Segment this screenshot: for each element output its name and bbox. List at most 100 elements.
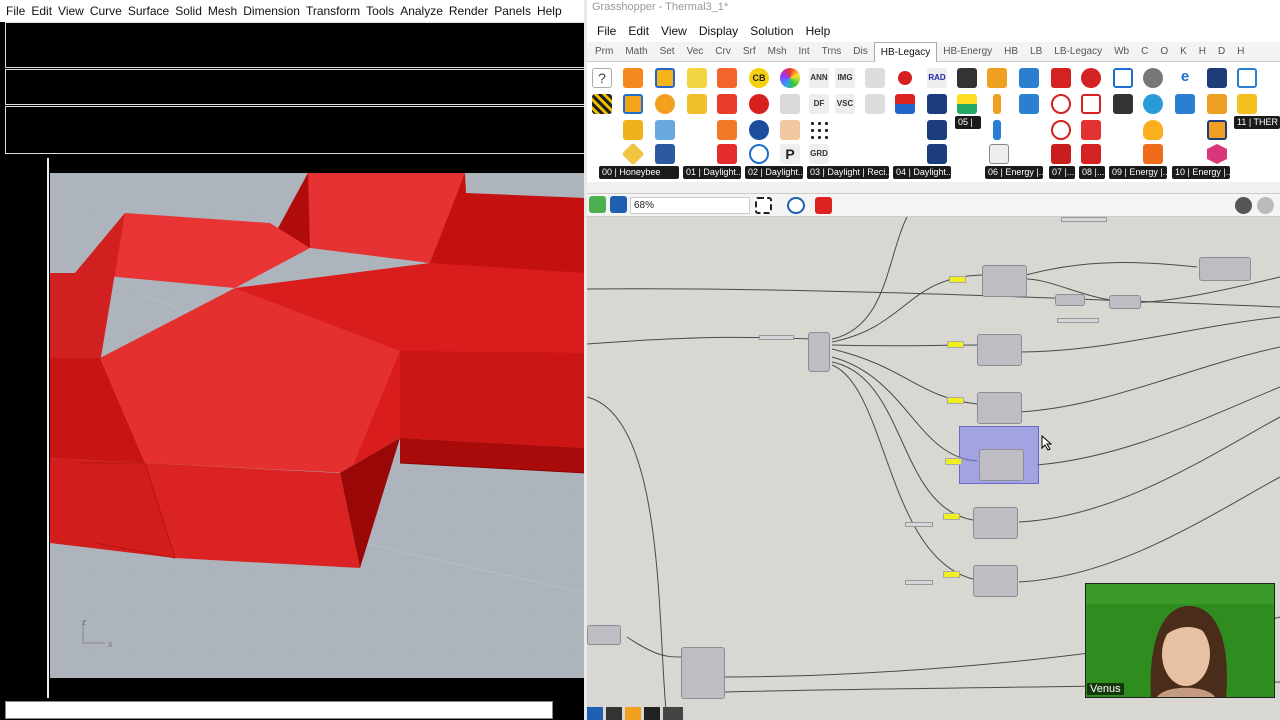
grd-icon[interactable]: GRD [809,144,829,164]
gh-menu-solution[interactable]: Solution [744,24,799,38]
energy-plus-icon[interactable] [1081,68,1101,88]
component-1[interactable] [982,265,1027,297]
cie-icon[interactable] [749,120,769,140]
energy-target-icon[interactable] [1081,94,1101,114]
component-5[interactable] [973,507,1018,539]
preview-eye-icon[interactable] [787,197,805,214]
heatmap-icon[interactable] [895,94,915,114]
cube-icon[interactable] [655,120,675,140]
energy-list-icon[interactable] [1113,94,1133,114]
thermal-t-icon[interactable] [1237,94,1257,114]
hexagon-icon[interactable] [655,94,675,114]
cb-icon[interactable]: CB [749,68,769,88]
widget-graph-icon[interactable] [663,707,683,720]
component-3[interactable] [977,392,1022,424]
boolean-toggle-1[interactable] [949,276,966,283]
tab-d[interactable]: D [1212,42,1231,62]
component-6[interactable] [973,565,1018,597]
red-circle-icon[interactable] [749,94,769,114]
daylight-plus-icon[interactable] [717,144,737,164]
tab-crv[interactable]: Crv [709,42,737,62]
ann-icon[interactable]: ANN [809,68,829,88]
tab-dis[interactable]: Dis [847,42,873,62]
zone-icon[interactable] [655,68,675,88]
daylight-file-icon[interactable] [717,120,737,140]
flame-icon[interactable] [1143,120,1163,140]
component-4[interactable] [979,449,1024,481]
boolean-toggle-2[interactable] [947,341,964,348]
tab-hb-energy[interactable]: HB-Energy [937,42,998,62]
sun-dots-icon[interactable] [780,120,800,140]
fan-icon[interactable] [1143,68,1163,88]
widget-orange-icon[interactable] [625,707,641,720]
list-icon[interactable] [957,68,977,88]
daylight-grid-icon[interactable] [687,94,707,114]
energy-add-icon[interactable] [1081,120,1101,140]
hexagon-pink-icon[interactable] [1207,144,1227,164]
component-7[interactable] [1199,257,1251,281]
tab-c[interactable]: C [1135,42,1154,62]
daylight-result-icon[interactable] [865,94,885,114]
viewport-tab[interactable] [50,158,123,173]
chart-icon[interactable] [957,94,977,114]
tab-lb-legacy[interactable]: LB-Legacy [1048,42,1108,62]
daylight-sensor-icon[interactable] [717,94,737,114]
boolean-toggle-5[interactable] [943,513,960,520]
tab-lb[interactable]: LB [1024,42,1048,62]
widget-dark-icon[interactable] [606,707,622,720]
energy-clock-icon[interactable] [1051,94,1071,114]
number-param-3[interactable] [1057,318,1099,323]
energy-cross-icon[interactable] [1081,144,1101,164]
gh-menu-view[interactable]: View [655,24,693,38]
energy-import-icon[interactable] [1019,94,1039,114]
save-icon[interactable] [610,196,627,213]
menu-edit[interactable]: Edit [28,4,55,18]
energy-arrow-icon[interactable] [1143,144,1163,164]
component-9[interactable] [1109,295,1141,309]
energy-schedule-icon[interactable] [1051,68,1071,88]
df-icon[interactable]: DF [809,94,829,114]
tab-hb-legacy[interactable]: HB-Legacy [873,41,938,62]
command-prompt[interactable] [5,106,586,154]
main-component[interactable] [808,332,830,372]
tab-math[interactable]: Math [619,42,653,62]
wire-mode-icon[interactable] [1257,197,1274,214]
component-10[interactable] [587,625,621,645]
perspective-viewport[interactable]: z x [50,173,586,678]
zoom-select[interactable]: 68% [630,197,750,214]
honeybee-stripe-icon[interactable] [592,94,612,114]
menu-solid[interactable]: Solid [172,4,205,18]
tab-wb[interactable]: Wb [1108,42,1135,62]
energy-doc-icon[interactable] [989,144,1009,164]
display-mode-icon[interactable] [1235,197,1252,214]
energy-export-icon[interactable] [1019,68,1039,88]
energy-gear-icon[interactable] [1051,120,1071,140]
menu-help[interactable]: Help [534,4,565,18]
open-file-icon[interactable] [589,196,606,213]
input-param[interactable] [759,335,794,340]
grid-icon[interactable] [655,144,675,164]
tab-srf[interactable]: Srf [737,42,762,62]
gh-menu-edit[interactable]: Edit [622,24,655,38]
energy-calendar-icon[interactable] [1051,144,1071,164]
tab-vec[interactable]: Vec [681,42,710,62]
dots-grid-icon[interactable] [809,120,829,140]
gh-menu-display[interactable]: Display [693,24,744,38]
thermal-grid-icon[interactable] [1237,68,1257,88]
eye-icon[interactable] [749,144,769,164]
boolean-toggle-4[interactable] [945,458,962,465]
color-wheel-icon[interactable] [780,68,800,88]
energy-stack-icon[interactable] [1207,120,1227,140]
vsc-icon[interactable]: VSC [835,94,855,114]
menu-curve[interactable]: Curve [87,4,125,18]
energy-loop-icon[interactable] [1113,68,1133,88]
number-param-1[interactable] [905,522,933,527]
component-8[interactable] [1055,294,1085,306]
tab-o[interactable]: O [1154,42,1174,62]
menu-analyze[interactable]: Analyze [397,4,446,18]
tab-k[interactable]: K [1174,42,1193,62]
number-param-4[interactable] [1061,217,1107,222]
menu-tools[interactable]: Tools [363,4,397,18]
menu-panels[interactable]: Panels [491,4,534,18]
tab-prm[interactable]: Prm [589,42,619,62]
